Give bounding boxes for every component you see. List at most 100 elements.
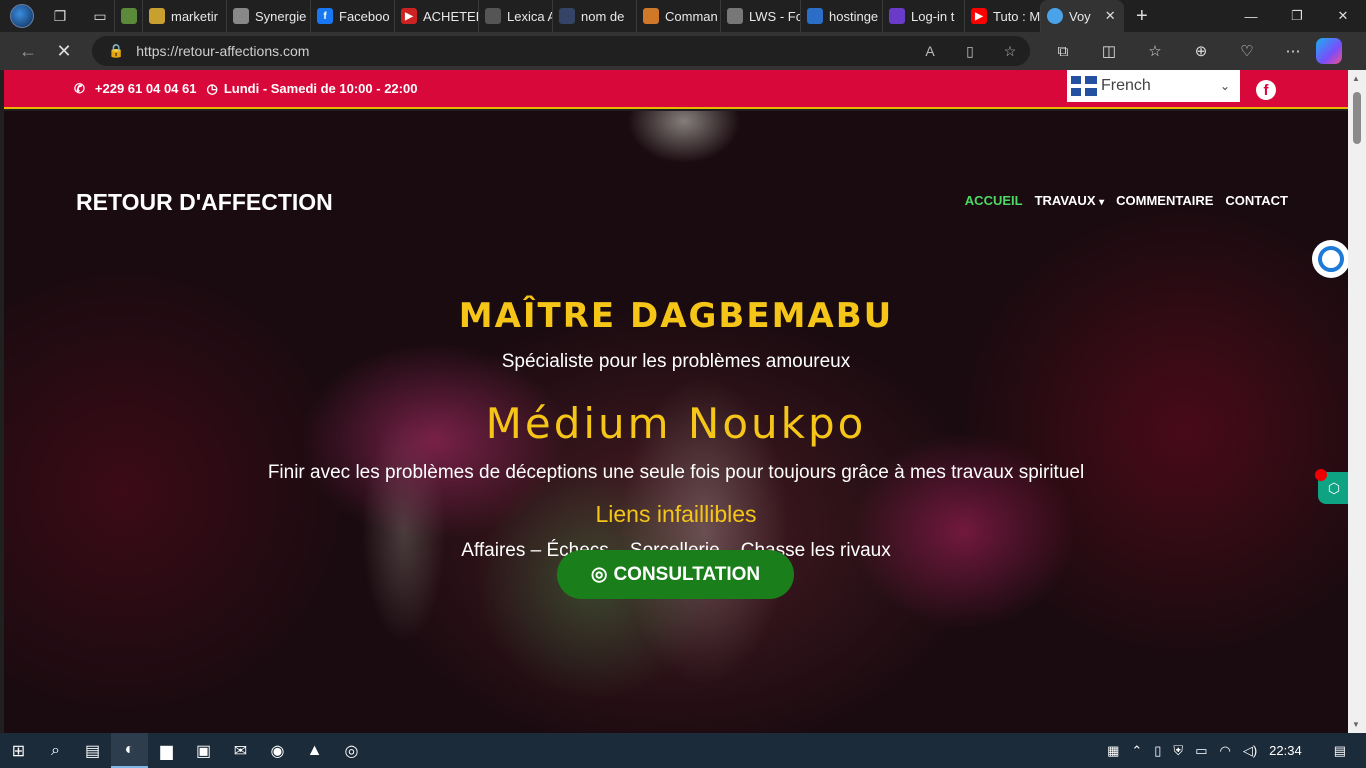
- tab-3[interactable]: ▶ ACHETER: [394, 0, 478, 32]
- meet-icon[interactable]: ▯: [1154, 743, 1161, 759]
- scrollbar-thumb[interactable]: [1353, 92, 1361, 144]
- battery-icon[interactable]: ▭: [1195, 743, 1207, 759]
- chrome-icon[interactable]: ◉: [259, 733, 296, 768]
- profile-avatar[interactable]: [10, 4, 34, 28]
- lock-icon[interactable]: 🔒: [108, 43, 124, 59]
- tab-9[interactable]: Log-in t: [882, 0, 964, 32]
- clock-icon: ◷: [206, 80, 218, 96]
- extension-widget-button[interactable]: ⬡: [1315, 469, 1348, 504]
- nav-item-travaux-label: TRAVAUX: [1034, 193, 1096, 208]
- nav-item-accueil[interactable]: ACCUEIL: [965, 193, 1023, 208]
- language-label: French: [1101, 77, 1151, 94]
- facebook-icon[interactable]: f: [1256, 80, 1276, 100]
- tab-title: Faceboo: [339, 8, 390, 24]
- window-controls: — ❐ ✕: [1228, 0, 1366, 32]
- notifications-icon[interactable]: ▤: [1334, 743, 1346, 759]
- clock-time[interactable]: 22:34: [1269, 743, 1302, 758]
- specialty-text: Spécialiste pour les problèmes amoureux: [501, 351, 851, 372]
- nav-item-travaux[interactable]: TRAVAUX ▾: [1035, 193, 1105, 208]
- mail-icon[interactable]: ✉: [222, 733, 259, 768]
- tab-5[interactable]: nom de: [552, 0, 636, 32]
- medium-title: Médium Noukpo: [485, 399, 867, 448]
- hero-description: Finir avec les problèmes de déceptions u…: [267, 462, 1085, 483]
- nav-item-contact[interactable]: CONTACT: [1225, 193, 1288, 208]
- minimize-button[interactable]: —: [1228, 0, 1274, 32]
- wifi-icon[interactable]: ◠: [1219, 743, 1230, 759]
- tab-0[interactable]: marketir: [142, 0, 226, 32]
- tab-favicon-icon: [559, 8, 575, 24]
- tab-pinned[interactable]: [114, 0, 142, 32]
- copilot-icon[interactable]: [1316, 38, 1342, 64]
- performance-icon[interactable]: ♡: [1224, 42, 1270, 60]
- page-scrollbar[interactable]: ▲ ▼: [1348, 70, 1366, 733]
- tab-title: Comman: [665, 8, 718, 24]
- address-bar[interactable]: 🔒 https://retour-affections.com A ▯ ☆: [92, 36, 1030, 66]
- tab-8[interactable]: hostinge: [800, 0, 882, 32]
- tab-6[interactable]: Comman: [636, 0, 720, 32]
- tab-favicon-icon: [643, 8, 659, 24]
- tab-favicon-icon: [149, 8, 165, 24]
- tab-title: Tuto : M: [993, 8, 1040, 24]
- task-view-icon[interactable]: ▤: [74, 733, 111, 768]
- phone-icon: ✆: [74, 80, 85, 96]
- edge-sidebar-icon[interactable]: [1312, 240, 1348, 278]
- tab-title: hostinge: [829, 8, 879, 24]
- tab-active[interactable]: Voy ✕: [1040, 0, 1124, 32]
- store-icon[interactable]: ▣: [185, 733, 222, 768]
- split-screen-icon[interactable]: ◫: [1086, 42, 1132, 60]
- tab-favicon-icon: f: [317, 8, 333, 24]
- file-explorer-icon[interactable]: ▆: [148, 733, 185, 768]
- immersive-reader-icon[interactable]: ▯: [950, 43, 990, 60]
- android-studio-icon[interactable]: ▲: [296, 733, 333, 768]
- tab-actions-icon[interactable]: ▭: [86, 2, 114, 30]
- tab-1[interactable]: Synergie: [226, 0, 310, 32]
- volume-icon[interactable]: ◁): [1243, 743, 1257, 759]
- tab-10[interactable]: ▶ Tuto : M: [964, 0, 1040, 32]
- opening-hours: Lundi - Samedi de 10:00 - 22:00: [223, 81, 418, 96]
- tab-7[interactable]: LWS - Fo: [720, 0, 800, 32]
- chevron-down-icon: ⌄: [1219, 79, 1230, 93]
- security-shield-icon[interactable]: ⛨: [1173, 743, 1183, 759]
- tab-title: Voy: [1069, 8, 1091, 24]
- main-nav: ACCUEIL TRAVAUX ▾ COMMENTAIRE CONTACT: [965, 193, 1288, 208]
- tab-title: Synergie: [255, 8, 307, 24]
- back-button[interactable]: ←: [10, 36, 46, 66]
- search-icon[interactable]: ⌕: [37, 733, 74, 768]
- consultation-button[interactable]: ◎ CONSULTATION: [557, 550, 794, 599]
- close-window-button[interactable]: ✕: [1320, 0, 1366, 32]
- tab-2[interactable]: f Faceboo: [310, 0, 394, 32]
- stop-loading-button[interactable]: ✕: [46, 36, 82, 66]
- windows-start-icon[interactable]: ⊞: [0, 733, 37, 768]
- tab-favicon-icon: [233, 8, 249, 24]
- phone-number[interactable]: +229 61 04 04 61: [95, 81, 197, 96]
- news-widget-icon[interactable]: ▦: [1107, 743, 1119, 759]
- flag-icon: [1071, 76, 1097, 96]
- favorites-icon[interactable]: ☆: [1132, 42, 1178, 60]
- edge-taskbar-icon[interactable]: ◐: [111, 733, 148, 768]
- tab-4[interactable]: Lexica A: [478, 0, 552, 32]
- browser-tab-strip: ❐ ▭ marketir Synergie fFaceboo ▶ACHETER …: [0, 0, 1366, 32]
- nav-item-commentaire[interactable]: COMMENTAIRE: [1116, 193, 1213, 208]
- new-tab-button[interactable]: +: [1136, 5, 1148, 28]
- chevron-down-icon: ▾: [1099, 197, 1105, 208]
- whatsapp-taskbar-icon[interactable]: ◎: [333, 733, 370, 768]
- favorite-star-icon[interactable]: ☆: [990, 43, 1030, 60]
- loading-spinner-icon: [1047, 8, 1063, 24]
- scroll-up-arrow-icon[interactable]: ▲: [1352, 74, 1360, 83]
- master-name: MAÎTRE DAGBEMABU: [458, 296, 894, 336]
- site-brand[interactable]: RETOUR D'AFFECTION: [76, 189, 333, 216]
- more-menu-icon[interactable]: ⋯: [1270, 42, 1316, 60]
- language-selector[interactable]: French ⌄: [1067, 70, 1240, 102]
- collections-icon[interactable]: ⊕: [1178, 42, 1224, 60]
- tab-title: Lexica A: [507, 8, 552, 24]
- maximize-button[interactable]: ❐: [1274, 0, 1320, 32]
- workspaces-icon[interactable]: ❐: [46, 2, 74, 30]
- url-text[interactable]: https://retour-affections.com: [136, 43, 910, 59]
- tab-favicon-icon: ▶: [971, 8, 987, 24]
- chevron-up-icon[interactable]: ⌃: [1131, 743, 1142, 759]
- extensions-icon[interactable]: ⧉: [1040, 43, 1086, 60]
- windows-taskbar: ⊞ ⌕ ▤ ◐ ▆ ▣ ✉ ◉ ▲ ◎ ▦ ⌃ ▯ ⛨ ▭ ◠ ◁) 22:34…: [0, 733, 1366, 768]
- close-tab-icon[interactable]: ✕: [1105, 8, 1116, 24]
- read-aloud-icon[interactable]: A: [910, 43, 950, 59]
- scroll-down-arrow-icon[interactable]: ▼: [1352, 720, 1360, 729]
